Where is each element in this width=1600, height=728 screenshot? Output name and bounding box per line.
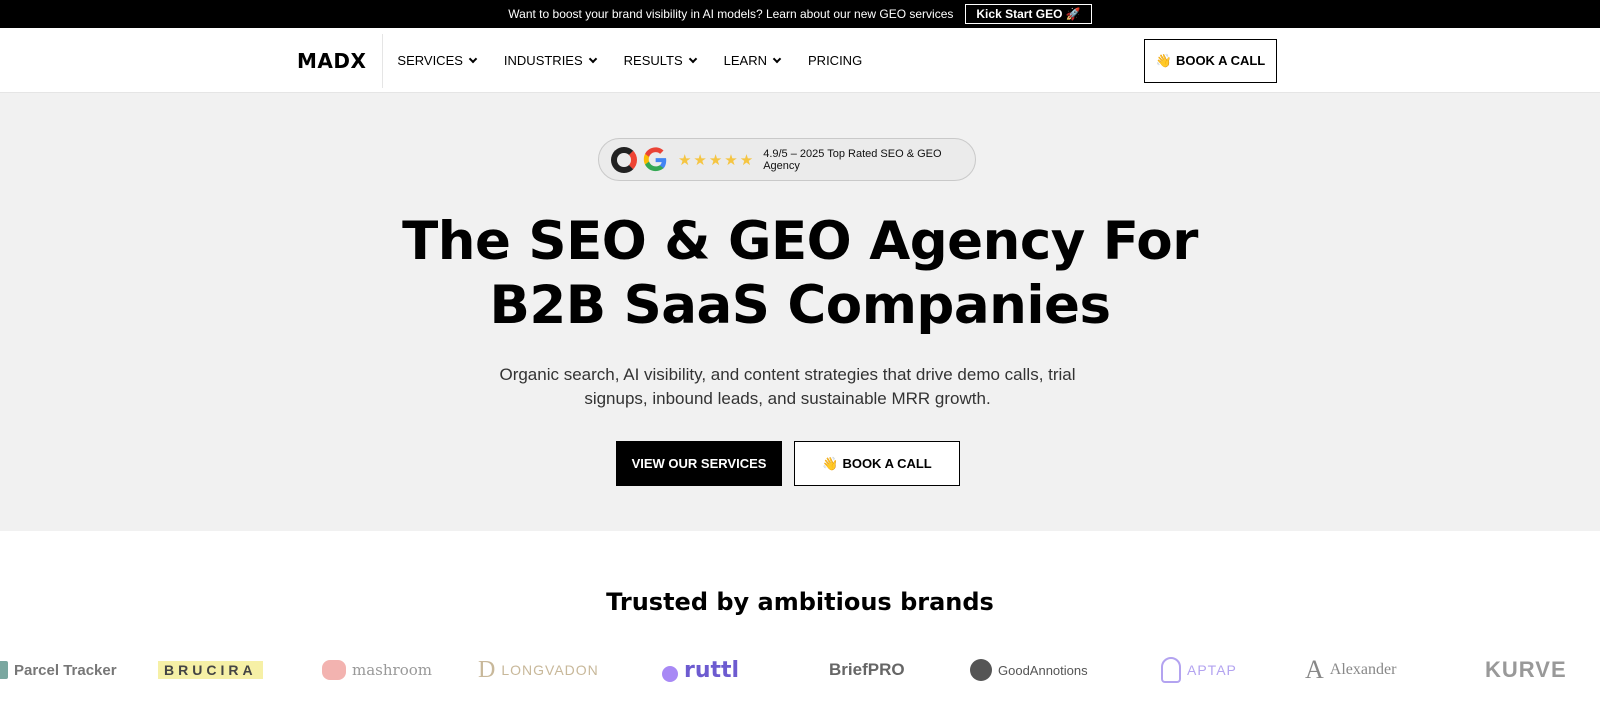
star-icon: ★ (708, 151, 723, 169)
trusted-title: Trusted by ambitious brands (606, 588, 994, 616)
hero-title: The SEO & GEO Agency For B2B SaaS Compan… (402, 211, 1198, 336)
kick-start-geo-button[interactable]: Kick Start GEO 🚀 (965, 4, 1092, 24)
nav-industries[interactable]: INDUSTRIES (504, 53, 597, 68)
clutch-logo-icon (611, 146, 637, 173)
aptap-fingerprint-icon (1161, 657, 1181, 683)
star-icon: ★ (724, 151, 738, 169)
nav-services[interactable]: SERVICES (397, 53, 478, 68)
chevron-down-icon (688, 54, 697, 63)
hero-cta-row: VIEW OUR SERVICES 👋 BOOK A CALL (616, 441, 960, 486)
brand-logo-briefpro: BriefPRO (829, 660, 905, 679)
rating-badge: ★ ★ ★ ★ ★ 4.9/5 – 2025 Top Rated SEO & G… (598, 138, 976, 181)
brand-logo-strip: Parcel Tracker BRUCIRA mashroom D LONGVA… (0, 652, 1600, 688)
book-a-call-hero-button[interactable]: 👋 BOOK A CALL (794, 441, 960, 486)
brand-logo-alexander: A Alexander (1305, 655, 1397, 684)
star-icon: ★ (677, 151, 692, 169)
hero-subtitle: Organic search, AI visibility, and conte… (499, 365, 1076, 408)
ga-circle-icon (970, 659, 992, 681)
chevron-down-icon (588, 54, 597, 63)
star-rating: ★ ★ ★ ★ ★ (678, 151, 753, 169)
brand-logo-aptap: APTAP (1161, 652, 1237, 688)
wave-hand-icon: 👋 (822, 455, 839, 471)
parcel-box-icon (0, 661, 8, 679)
madx-logo[interactable]: MADX (297, 33, 384, 88)
announcement-bar: Want to boost your brand visibility in A… (0, 0, 1600, 28)
brand-logo-ruttl: ruttl (662, 652, 739, 688)
longvadon-d-icon: D (478, 656, 496, 683)
ruttl-dot-icon (662, 666, 678, 682)
announcement-text: Want to boost your brand visibility in A… (508, 7, 954, 21)
star-icon: ★ (693, 151, 707, 169)
book-a-call-header-button[interactable]: 👋 BOOK A CALL (1144, 38, 1277, 83)
star-icon: ★ (739, 151, 754, 169)
nav-pricing[interactable]: PRICING (808, 53, 862, 68)
site-header: MADX SERVICES INDUSTRIES RESULTS LEARN P… (0, 28, 1600, 93)
nav-results[interactable]: RESULTS (624, 53, 697, 68)
chevron-down-icon (468, 54, 478, 63)
brand-logo-goodannotions: GoodAnnotions (970, 652, 1088, 688)
mashroom-icon (322, 660, 346, 680)
nav-learn[interactable]: LEARN (724, 53, 782, 68)
wave-hand-icon: 👋 (1155, 52, 1172, 68)
view-services-button[interactable]: VIEW OUR SERVICES (616, 441, 782, 486)
rating-text: 4.9/5 – 2025 Top Rated SEO & GEO Agency (763, 147, 942, 172)
chevron-down-icon (772, 54, 782, 63)
brand-logo-parcel-tracker: Parcel Tracker (0, 652, 117, 688)
brand-logo-mashroom: mashroom (322, 652, 432, 688)
hero-section: ★ ★ ★ ★ ★ 4.9/5 – 2025 Top Rated SEO & G… (0, 93, 1600, 531)
brand-logo-kurve: KURVE (1485, 657, 1567, 682)
brand-logo-longvadon: D LONGVADON (478, 656, 599, 683)
main-nav: SERVICES INDUSTRIES RESULTS LEARN PRICIN… (397, 53, 890, 68)
brand-logo-brucira: BRUCIRA (158, 661, 263, 679)
google-logo-icon (643, 146, 666, 171)
alexander-a-icon: A (1305, 655, 1324, 684)
